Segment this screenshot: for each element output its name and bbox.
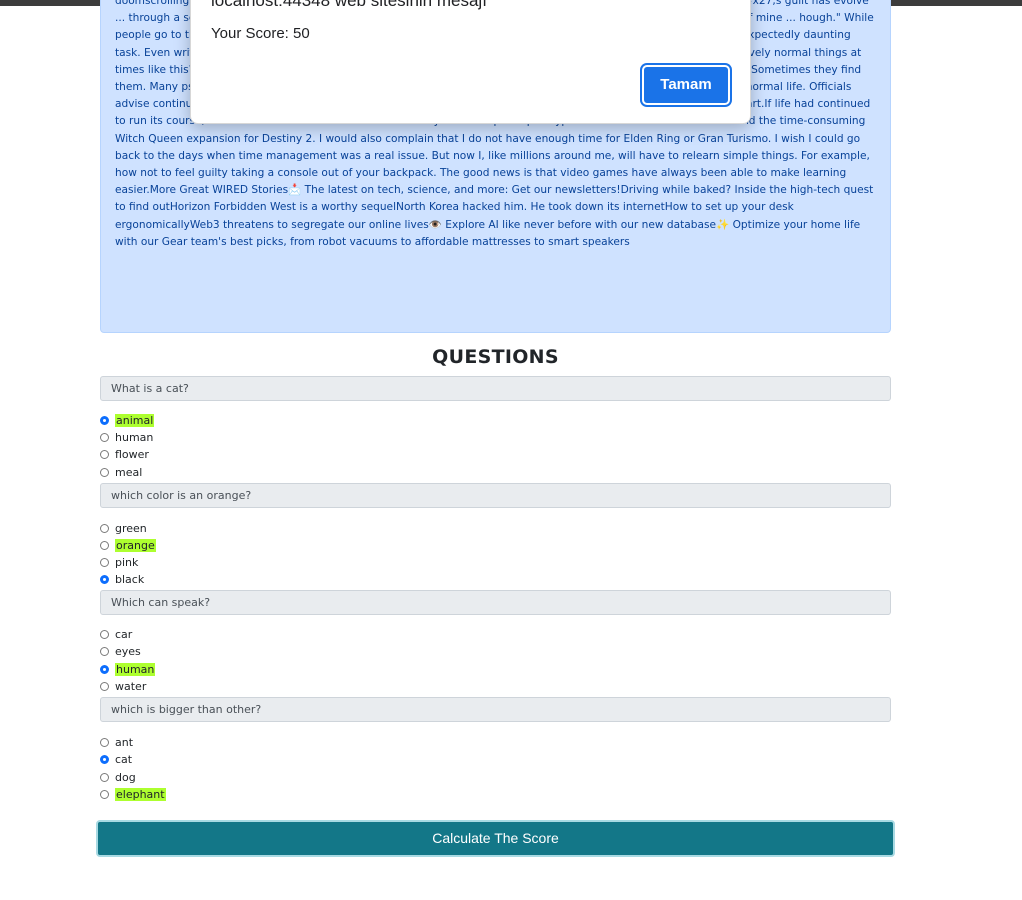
question-2-text: which color is an orange? xyxy=(100,483,891,508)
q3-option-car[interactable]: car xyxy=(100,626,132,643)
option-label: ant xyxy=(115,736,134,749)
q2-option-pink[interactable]: pink xyxy=(100,554,138,571)
q3-option-eyes[interactable]: eyes xyxy=(100,643,141,660)
radio-button[interactable] xyxy=(100,468,109,477)
radio-button[interactable] xyxy=(100,682,109,691)
q1-option-human[interactable]: human xyxy=(100,429,153,446)
option-label: human xyxy=(115,431,154,444)
radio-button[interactable] xyxy=(100,450,109,459)
q1-option-meal[interactable]: meal xyxy=(100,464,142,481)
option-label: black xyxy=(115,573,145,586)
q1-option-flower[interactable]: flower xyxy=(100,446,149,463)
option-label: human xyxy=(115,663,156,676)
radio-button[interactable] xyxy=(100,558,109,567)
q4-option-elephant[interactable]: elephant xyxy=(100,786,166,803)
q4-option-dog[interactable]: dog xyxy=(100,769,136,786)
option-label: orange xyxy=(115,539,156,552)
option-label: dog xyxy=(115,771,136,784)
question-3-text: Which can speak? xyxy=(100,590,891,615)
radio-button[interactable] xyxy=(100,738,109,747)
question-1-text: What is a cat? xyxy=(100,376,891,401)
option-label: animal xyxy=(115,414,155,427)
q2-option-green[interactable]: green xyxy=(100,520,147,537)
radio-button[interactable] xyxy=(100,630,109,639)
q2-option-orange[interactable]: orange xyxy=(100,537,156,554)
radio-button[interactable] xyxy=(100,524,109,533)
radio-button[interactable] xyxy=(100,790,109,799)
dialog-ok-button[interactable]: Tamam xyxy=(642,65,730,105)
radio-button[interactable] xyxy=(100,647,109,656)
radio-button[interactable] xyxy=(100,433,109,442)
radio-button[interactable] xyxy=(100,575,109,584)
radio-button[interactable] xyxy=(100,665,109,674)
option-label: meal xyxy=(115,466,143,479)
radio-button[interactable] xyxy=(100,773,109,782)
option-label: pink xyxy=(115,556,139,569)
radio-button[interactable] xyxy=(100,541,109,550)
option-label: eyes xyxy=(115,645,141,658)
alert-dialog: localhost:44348 web sitesinin mesajı You… xyxy=(190,0,751,124)
option-label: elephant xyxy=(115,788,166,801)
q4-option-ant[interactable]: ant xyxy=(100,734,133,751)
option-label: water xyxy=(115,680,147,693)
calculate-score-button[interactable]: Calculate The Score xyxy=(96,820,895,857)
option-label: car xyxy=(115,628,133,641)
radio-button[interactable] xyxy=(100,416,109,425)
option-label: green xyxy=(115,522,147,535)
q3-option-water[interactable]: water xyxy=(100,678,146,695)
radio-button[interactable] xyxy=(100,755,109,764)
option-label: cat xyxy=(115,753,133,766)
q3-option-human[interactable]: human xyxy=(100,661,156,678)
q4-option-cat[interactable]: cat xyxy=(100,751,132,768)
option-label: flower xyxy=(115,448,149,461)
dialog-title: localhost:44348 web sitesinin mesajı xyxy=(211,0,487,10)
dialog-message: Your Score: 50 xyxy=(211,25,310,42)
q2-option-black[interactable]: black xyxy=(100,571,144,588)
questions-title: QUESTIONS xyxy=(432,346,559,368)
question-4-text: which is bigger than other? xyxy=(100,697,891,722)
q1-option-animal[interactable]: animal xyxy=(100,412,155,429)
